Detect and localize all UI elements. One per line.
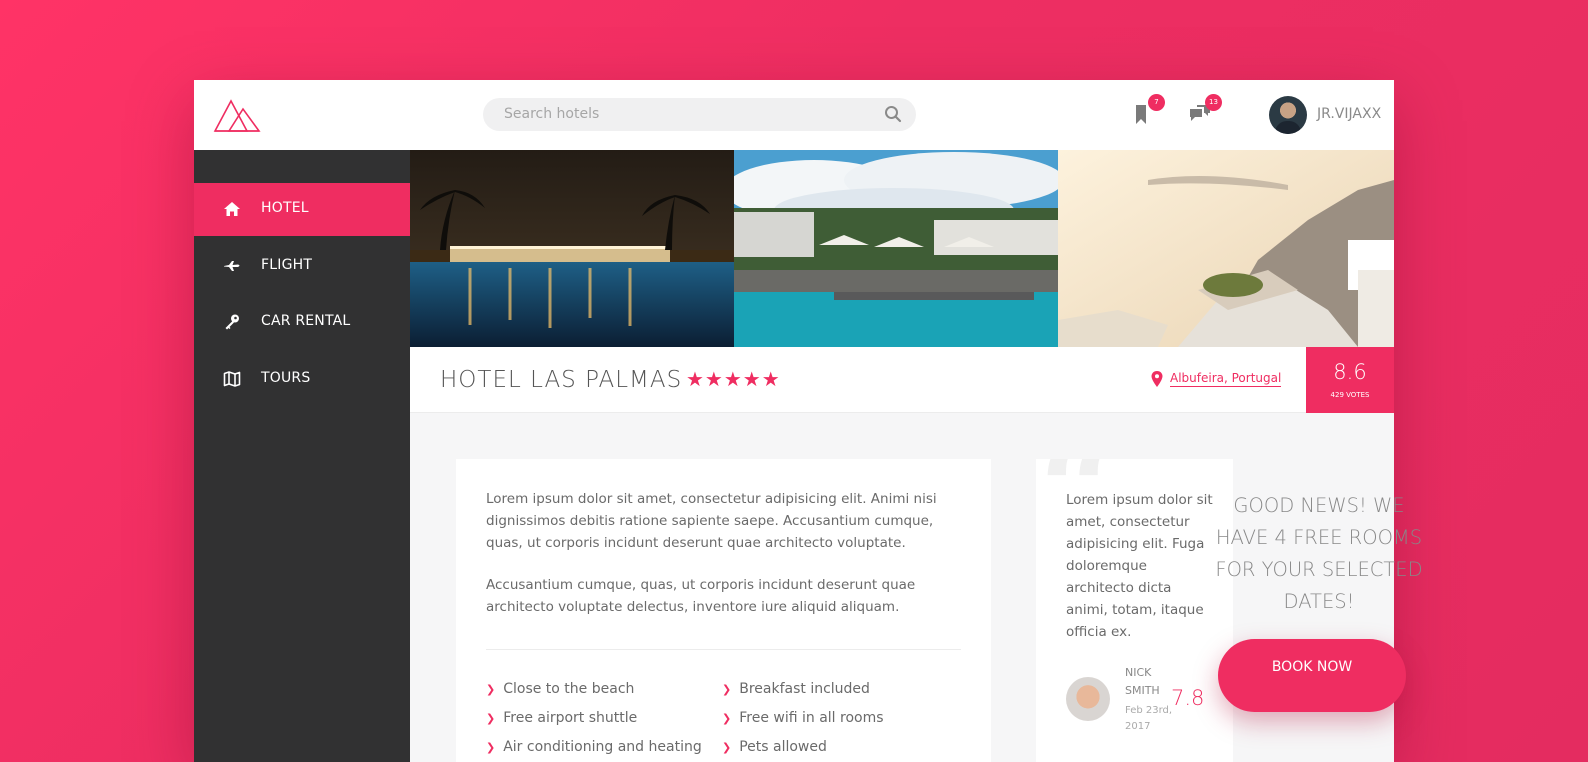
availability-message: GOOD NEWS! WE HAVE 4 FREE ROOMS FOR YOUR… xyxy=(1215,494,1423,613)
search-icon[interactable] xyxy=(884,105,902,123)
home-icon xyxy=(224,202,240,216)
feature-item: ❯ Breakfast included xyxy=(722,681,870,697)
chevron-right-icon: ❯ xyxy=(722,741,732,754)
hotel-score: 8.6 xyxy=(1333,360,1367,384)
divider xyxy=(486,649,961,650)
location-pin-icon xyxy=(1151,371,1163,387)
star-rating: ★★★★★ xyxy=(686,367,781,391)
username-label[interactable]: JR.VIJAXX xyxy=(1317,106,1381,122)
description-paragraph: Lorem ipsum dolor sit amet, consectetur … xyxy=(486,491,937,551)
sidebar-item-hotel[interactable]: HOTEL xyxy=(194,183,410,236)
map-icon xyxy=(223,371,241,387)
hotel-title-bar: HOTEL LAS PALMAS ★★★★★ Albufeira, Portug… xyxy=(410,347,1394,413)
feature-item: ❯ Air conditioning and heating xyxy=(486,739,702,755)
votes-count: 429 VOTES xyxy=(1330,391,1370,399)
book-now-button[interactable]: BOOK NOW xyxy=(1218,639,1406,712)
messages-badge: 13 xyxy=(1205,94,1222,111)
feature-item: ❯ Close to the beach xyxy=(486,681,635,697)
chevron-right-icon: ❯ xyxy=(486,741,496,754)
sidebar-item-label: FLIGHT xyxy=(261,257,313,273)
search-input[interactable]: Search hotels xyxy=(504,106,599,122)
plane-icon xyxy=(224,261,240,271)
hotel-photo-night-pool[interactable] xyxy=(410,150,734,347)
feature-item: ❯ Pets allowed xyxy=(722,739,827,755)
reviewer-avatar[interactable] xyxy=(1066,677,1110,721)
feature-item: ❯ Free wifi in all rooms xyxy=(722,710,884,726)
avatar[interactable] xyxy=(1269,96,1307,134)
review-date: Feb 23rd, 2017 xyxy=(1125,705,1173,732)
chevron-right-icon: ❯ xyxy=(722,683,732,696)
description-card: Lorem ipsum dolor sit amet, consectetur … xyxy=(456,459,991,762)
sidebar-item-label: CAR RENTAL xyxy=(261,313,351,329)
chevron-right-icon: ❯ xyxy=(722,712,732,725)
search-bar[interactable]: Search hotels xyxy=(483,98,916,131)
top-header: Search hotels 7 13 JR.VIJAXX xyxy=(194,80,1394,150)
review-text: Lorem ipsum dolor sit amet, consectetur … xyxy=(1066,492,1213,640)
sidebar: HOTEL FLIGHT CAR RENTAL TOURS xyxy=(194,150,410,762)
hotel-score-box: 8.6 429 VOTES xyxy=(1306,347,1394,413)
sidebar-item-label: HOTEL xyxy=(261,200,309,216)
book-now-label: BOOK NOW xyxy=(1271,659,1353,675)
review-card: “ Lorem ipsum dolor sit amet, consectetu… xyxy=(1036,459,1233,762)
sidebar-item-tours[interactable]: TOURS xyxy=(194,353,410,406)
logo-icon[interactable] xyxy=(213,97,261,133)
hotel-photo-cliffs[interactable] xyxy=(1058,150,1394,347)
key-icon xyxy=(225,314,239,330)
chevron-right-icon: ❯ xyxy=(486,712,496,725)
app-window: Search hotels 7 13 JR.VIJAXX HOTEL FLIGH… xyxy=(194,80,1423,762)
hotel-photo-day-pool[interactable] xyxy=(734,150,1058,347)
bookmark-badge: 7 xyxy=(1148,94,1165,111)
hotel-name: HOTEL LAS PALMAS xyxy=(440,367,683,393)
chevron-right-icon: ❯ xyxy=(486,683,496,696)
location-link[interactable]: Albufeira, Portugal xyxy=(1170,371,1282,387)
sidebar-item-flight[interactable]: FLIGHT xyxy=(194,240,410,293)
description-paragraph: Accusantium cumque, quas, ut corporis in… xyxy=(486,577,916,615)
sidebar-item-label: TOURS xyxy=(261,370,311,386)
review-score: 7.8 xyxy=(1171,686,1205,710)
feature-item: ❯ Free airport shuttle xyxy=(486,710,638,726)
sidebar-item-car-rental[interactable]: CAR RENTAL xyxy=(194,296,410,349)
reviewer-name: NICK SMITH xyxy=(1125,666,1160,697)
